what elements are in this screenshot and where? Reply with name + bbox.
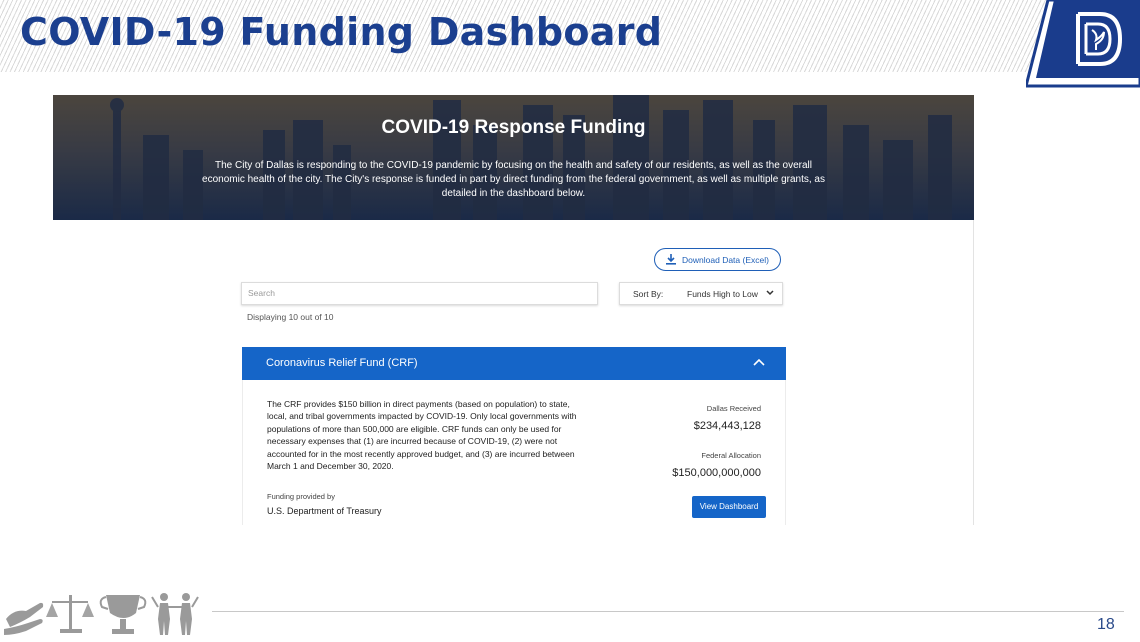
fund-accordion-header[interactable]: Coronavirus Relief Fund (CRF)	[242, 347, 786, 380]
download-excel-button[interactable]: Download Data (Excel)	[654, 248, 781, 271]
fund-name: Coronavirus Relief Fund (CRF)	[266, 357, 418, 369]
hero-banner: COVID-19 Response Funding The City of Da…	[53, 95, 974, 220]
download-label: Download Data (Excel)	[682, 254, 769, 265]
sort-select[interactable]: Sort By: Funds High to Low	[619, 282, 783, 305]
fund-description: The CRF provides $150 billion in direct …	[267, 399, 577, 472]
download-icon	[666, 254, 677, 265]
hands-icon	[4, 602, 44, 635]
sort-label: Sort By:	[633, 289, 664, 299]
view-dashboard-button[interactable]: View Dashboard	[692, 496, 766, 518]
chevron-down-icon	[766, 290, 774, 296]
trophy-icon	[99, 595, 147, 634]
fund-accordion-body: The CRF provides $150 billion in direct …	[242, 380, 786, 525]
dashboard-screenshot: COVID-19 Response Funding The City of Da…	[53, 95, 974, 525]
footer-divider	[212, 611, 1124, 612]
chevron-up-icon[interactable]	[753, 358, 765, 368]
panel-border	[973, 220, 974, 525]
dallas-received-value: $234,443,128	[693, 420, 761, 432]
city-logo	[1024, 0, 1140, 95]
dallas-received-label: Dallas Received	[706, 404, 761, 413]
search-placeholder: Search	[248, 288, 275, 298]
federal-allocation-label: Federal Allocation	[701, 451, 761, 460]
scales-icon	[46, 595, 94, 633]
sort-value: Funds High to Low	[687, 289, 758, 299]
footer-icons	[0, 589, 205, 642]
funding-provider: U.S. Department of Treasury	[267, 506, 382, 516]
funding-provider-label: Funding provided by	[267, 492, 335, 501]
federal-allocation-value: $150,000,000,000	[672, 467, 761, 479]
display-count: Displaying 10 out of 10	[247, 312, 334, 322]
search-input[interactable]: Search	[241, 282, 598, 305]
banner-description: The City of Dallas is responding to the …	[202, 160, 825, 199]
banner-title: COVID-19 Response Funding	[381, 117, 646, 138]
slide-title: COVID-19 Funding Dashboard	[20, 10, 663, 54]
page-number: 18	[1097, 616, 1115, 633]
people-icon	[151, 593, 199, 635]
